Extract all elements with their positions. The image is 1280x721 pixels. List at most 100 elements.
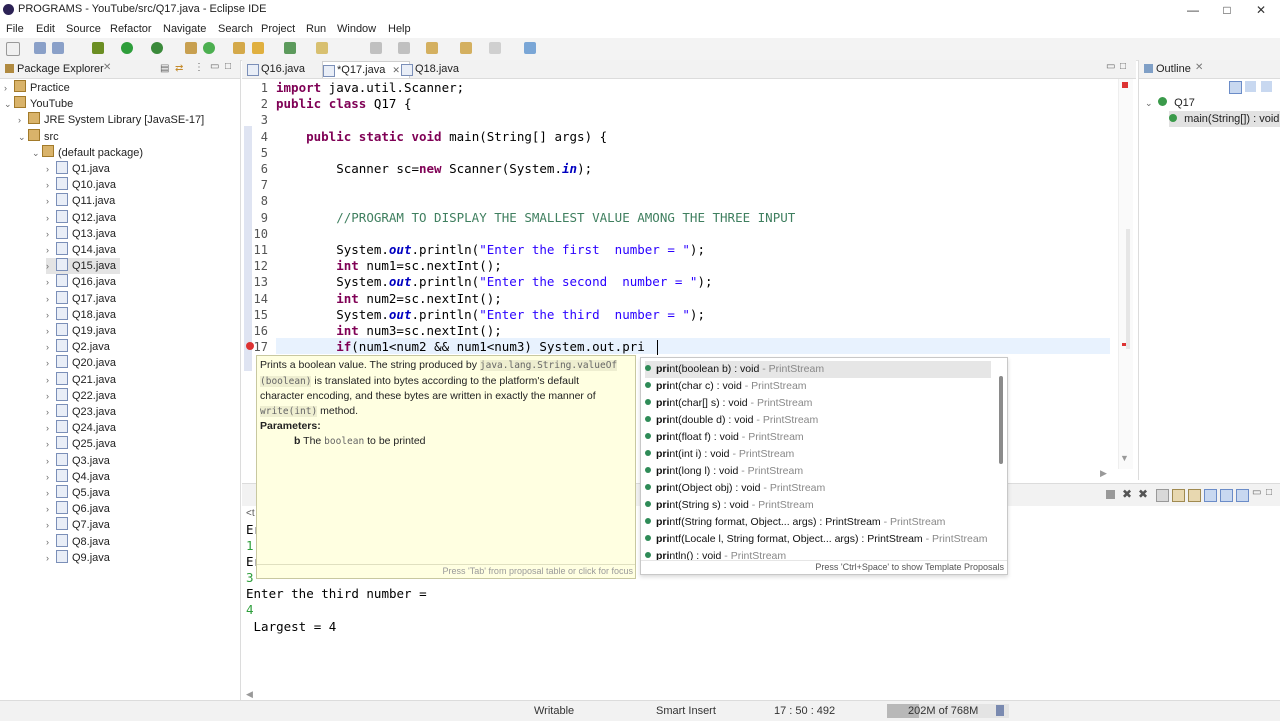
console-hscroll[interactable]: ◀ (246, 688, 256, 699)
menu-window[interactable]: Window (337, 23, 376, 35)
tab-q18[interactable]: Q18.java (401, 61, 459, 77)
expand-icon[interactable]: › (46, 388, 56, 404)
code-line[interactable]: int num3=sc.nextInt(); (276, 323, 502, 339)
close-outline-icon[interactable]: ✕ (1195, 62, 1203, 73)
menu-help[interactable]: Help (388, 23, 411, 35)
new-java-project-icon[interactable] (185, 42, 197, 54)
collapse-all-icon[interactable]: ▤ (160, 63, 169, 74)
save-all-icon[interactable] (52, 42, 64, 54)
maximize-editor-icon[interactable]: □ (1120, 61, 1126, 72)
menu-run[interactable]: Run (306, 23, 326, 35)
menu-refactor[interactable]: Refactor (110, 23, 152, 35)
open-type-icon[interactable] (233, 42, 245, 54)
tree-item[interactable]: › Q8.java (46, 533, 110, 550)
menu-source[interactable]: Source (66, 23, 101, 35)
code-line[interactable]: System.out.println("Enter the second num… (276, 274, 712, 290)
scroll-right-icon[interactable]: ▶ (1100, 468, 1107, 479)
tree-item[interactable]: ⌄ YouTube (4, 96, 73, 112)
tree-item[interactable]: › Q20.java (46, 355, 116, 371)
package-explorer-title[interactable]: Package Explorer (17, 63, 104, 75)
outline-class-item[interactable]: ⌄ Q17 (1145, 95, 1195, 111)
expand-icon[interactable]: › (46, 501, 56, 517)
proposal-item[interactable]: printf(Locale l, String format, Object..… (645, 531, 987, 548)
tree-item[interactable]: › Q7.java (46, 517, 110, 533)
expand-icon[interactable]: › (46, 210, 56, 226)
code-line[interactable]: System.out.println("Enter the first numb… (276, 242, 705, 258)
javadoc-code[interactable]: write(int) (260, 405, 318, 417)
forward-icon[interactable] (489, 42, 501, 54)
tree-item[interactable]: › Q3.java (46, 452, 110, 469)
tree-item[interactable]: › Q12.java (46, 209, 116, 226)
pin-console-icon[interactable] (1204, 489, 1217, 502)
sort-icon[interactable] (1229, 81, 1242, 94)
tab-q16[interactable]: Q16.java (247, 61, 305, 77)
close-tab-icon[interactable]: ✕ (392, 65, 400, 75)
proposal-item[interactable]: print(float f) : void - PrintStream (645, 429, 804, 446)
tree-item[interactable]: › Q22.java (46, 387, 116, 404)
scroll-down-icon[interactable]: ▼ (1120, 453, 1129, 463)
tree-item[interactable]: › JRE System Library [JavaSE-17] (18, 112, 204, 128)
proposal-item[interactable]: print(char[] s) : void - PrintStream (645, 395, 812, 412)
expand-icon[interactable]: › (46, 404, 56, 420)
expand-icon[interactable]: › (46, 161, 56, 177)
display-console-icon[interactable] (1220, 489, 1233, 502)
new-class-icon[interactable] (203, 42, 215, 54)
expand-icon[interactable]: › (46, 242, 56, 258)
terminate-icon[interactable] (1106, 490, 1115, 499)
tree-item[interactable]: › Q5.java (46, 485, 110, 501)
expand-icon[interactable]: › (4, 80, 14, 96)
expand-icon[interactable]: › (46, 517, 56, 533)
content-assist-popup[interactable]: print(boolean b) : void - PrintStream pri… (640, 357, 1008, 575)
outline-method-item[interactable]: main(String[]) : void (1169, 111, 1280, 127)
expand-icon[interactable]: › (46, 453, 56, 469)
expand-icon[interactable]: › (46, 226, 56, 242)
tree-item[interactable]: › Q2.java (46, 339, 110, 355)
maximize-console-icon[interactable]: □ (1266, 487, 1272, 498)
scroll-left-icon[interactable]: ◀ (246, 689, 253, 699)
close-view-icon[interactable]: ✕ (103, 62, 111, 73)
tree-item[interactable]: › Q17.java (46, 290, 116, 307)
tree-item[interactable]: › Q11.java (46, 193, 115, 209)
expand-icon[interactable]: › (18, 112, 28, 128)
expand-icon[interactable]: › (46, 534, 56, 550)
error-icon[interactable] (246, 342, 254, 350)
open-console-icon[interactable] (1236, 489, 1249, 502)
expand-icon[interactable]: ⌄ (4, 96, 14, 112)
proposal-item[interactable]: print(long l) : void - PrintStream (645, 463, 803, 480)
expand-icon[interactable]: › (46, 339, 56, 355)
tree-item[interactable]: › Q16.java (46, 274, 116, 290)
remove-launch-icon[interactable]: ✖ (1122, 487, 1132, 501)
remove-all-icon[interactable]: ✖ (1138, 487, 1148, 501)
code-line[interactable]: System.out.println("Enter the third numb… (276, 307, 705, 323)
expand-icon[interactable]: › (46, 193, 56, 209)
proposal-item[interactable]: print(char c) : void - PrintStream (645, 378, 807, 395)
proposal-item[interactable]: print(String s) : void - PrintStream (645, 497, 814, 514)
menu-edit[interactable]: Edit (36, 23, 55, 35)
tab-q17[interactable]: *Q17.java ✕ (322, 61, 410, 78)
javadoc-code[interactable]: java.lang.String.valueOf (479, 360, 618, 371)
expand-icon[interactable]: › (46, 323, 56, 339)
toggle-mark-icon[interactable] (316, 42, 328, 54)
tree-item[interactable]: › Q13.java (46, 225, 116, 242)
hide-fields-icon[interactable] (1245, 81, 1256, 92)
last-edit-icon[interactable] (426, 42, 438, 54)
tree-item[interactable]: › Q19.java (46, 323, 116, 339)
proposal-item[interactable]: printf(String format, Object... args) : … (645, 514, 945, 531)
coverage-icon[interactable] (151, 42, 163, 54)
tree-item[interactable]: › Q21.java (46, 371, 116, 388)
code-line[interactable]: int num2=sc.nextInt(); (276, 291, 502, 307)
minimize-console-icon[interactable]: ▭ (1252, 487, 1261, 498)
proposal-item[interactable]: print(Object obj) : void - PrintStream (645, 480, 825, 497)
maximize-icon[interactable]: □ (1210, 0, 1244, 20)
editor-scrollbar-track[interactable] (1126, 229, 1130, 349)
expand-icon[interactable]: › (46, 177, 56, 193)
expand-icon[interactable]: › (46, 485, 56, 501)
debug-icon[interactable] (92, 42, 104, 54)
code-line[interactable]: int num1=sc.nextInt(); (276, 258, 502, 274)
run-icon[interactable] (121, 42, 133, 54)
code-line[interactable]: public class Q17 { (276, 96, 411, 112)
menu-search[interactable]: Search (218, 23, 253, 35)
expand-icon[interactable]: › (46, 274, 56, 290)
proposal-item[interactable]: print(double d) : void - PrintStream (645, 412, 818, 429)
tree-item[interactable]: › Q6.java (46, 501, 110, 517)
